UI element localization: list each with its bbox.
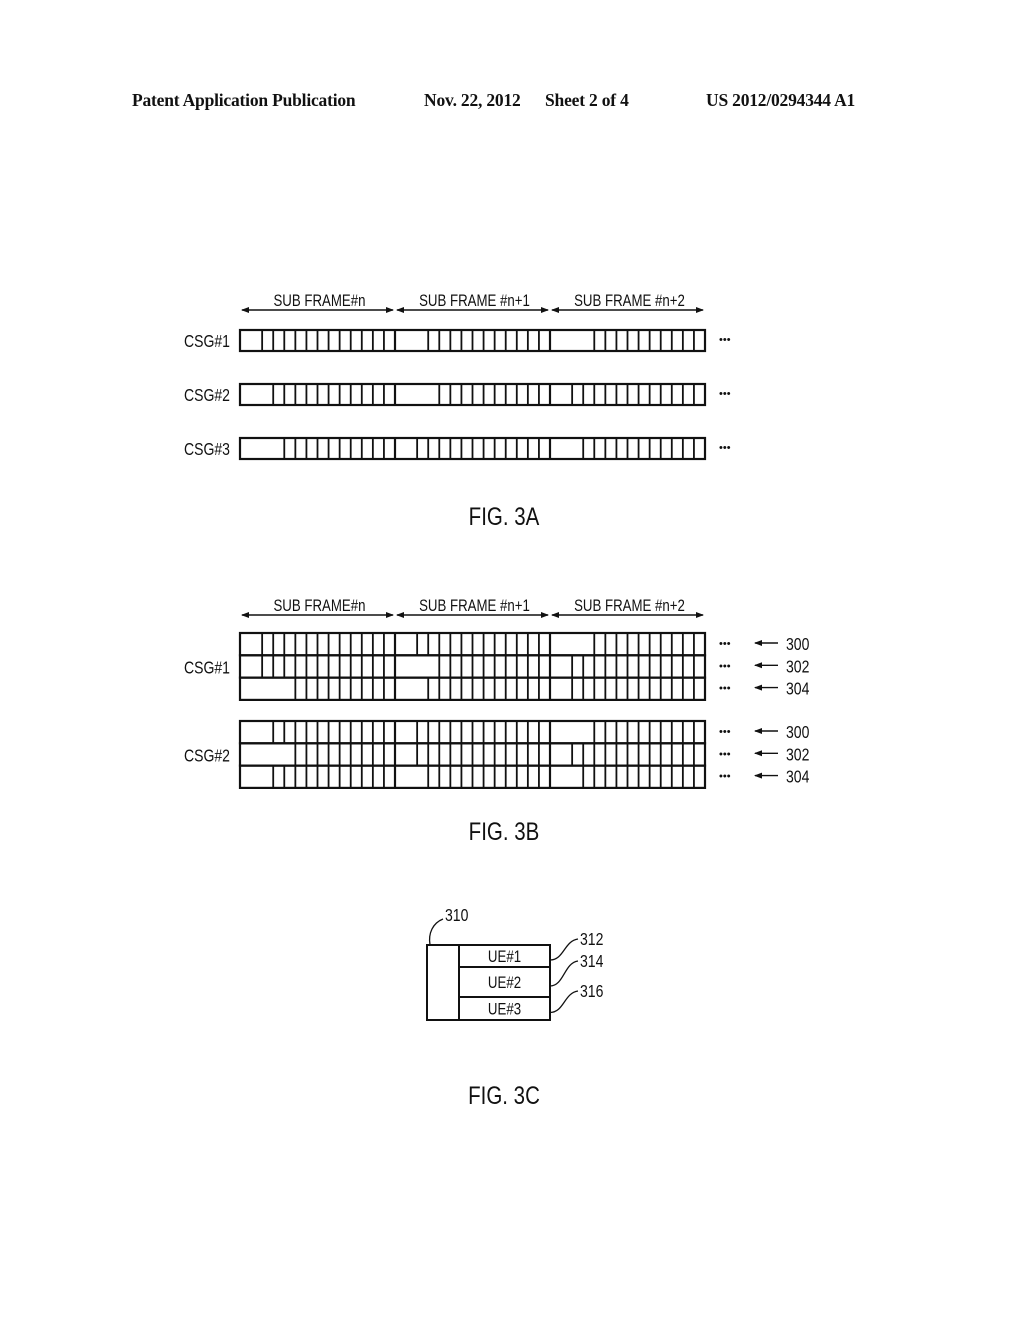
control-region	[241, 767, 272, 787]
continuation-ellipsis: •••	[719, 683, 731, 695]
csg-row	[238, 436, 707, 461]
reference-numeral: 304	[786, 679, 809, 699]
csg-label: CSG#1	[184, 658, 230, 678]
csg-subrow	[238, 654, 707, 679]
control-region	[241, 634, 261, 654]
csg-row	[238, 382, 707, 407]
control-region	[241, 744, 294, 764]
reference-numeral: 304	[786, 767, 809, 787]
control-region	[551, 679, 571, 699]
reference-numeral-310: 310	[445, 905, 468, 925]
continuation-ellipsis: •••	[719, 334, 731, 346]
reference-numeral: 314	[580, 951, 603, 971]
csg-subrow	[238, 676, 707, 701]
fig3c-caption: FIG. 3C	[468, 1081, 540, 1109]
figure-3a: SUB FRAME#n SUB FRAME #n+1 SUB FRAME #n+2 C…	[184, 292, 731, 461]
reference-numeral: 300	[786, 722, 809, 742]
control-region	[396, 679, 427, 699]
control-region	[551, 656, 571, 676]
ue-allocation-label: UE#1	[488, 948, 521, 967]
csg-subrow	[238, 742, 707, 767]
subframe-label: SUB FRAME #n+1	[419, 292, 530, 311]
leader-line	[549, 960, 579, 987]
reference-numeral: 316	[580, 981, 603, 1001]
subframe-label: SUB FRAME#n	[273, 292, 365, 311]
control-region	[396, 439, 416, 458]
control-region	[551, 331, 593, 350]
subframe-label: SUB FRAME#n	[273, 597, 365, 616]
fig3b-caption: FIG. 3B	[469, 817, 540, 845]
csg-label: CSG#3	[184, 439, 230, 459]
leader-line	[549, 938, 579, 961]
figure-3c: UE#1 312 UE#2 314 UE#3 316 310	[426, 905, 603, 1021]
control-region	[396, 634, 416, 654]
reference-numeral: 300	[786, 634, 809, 654]
csg-label: CSG#2	[184, 746, 230, 766]
control-region	[241, 722, 272, 742]
reference-numeral: 302	[786, 745, 809, 765]
reference-numeral: 302	[786, 657, 809, 677]
control-region	[396, 385, 438, 404]
leader-line	[549, 990, 579, 1014]
reference-numeral: 312	[580, 929, 603, 949]
csg-subrow	[238, 631, 707, 657]
ue-allocation-label: UE#3	[488, 1000, 521, 1019]
control-region	[551, 767, 582, 787]
csg-subrow	[238, 764, 707, 789]
control-region	[396, 722, 416, 742]
ue-allocation-label: UE#2	[488, 974, 521, 993]
control-region	[396, 656, 438, 676]
csg-subrow	[238, 719, 707, 745]
subframe-label: SUB FRAME #n+2	[574, 292, 685, 311]
control-region	[396, 767, 427, 787]
control-region	[551, 385, 571, 404]
control-region	[241, 331, 261, 350]
control-region	[551, 439, 582, 458]
continuation-ellipsis: •••	[719, 388, 731, 400]
control-region	[551, 744, 571, 764]
control-region	[241, 656, 261, 676]
continuation-ellipsis: •••	[719, 748, 731, 760]
control-region	[396, 744, 416, 764]
patent-drawing: SUB FRAME#n SUB FRAME #n+1 SUB FRAME #n+2 C…	[184, 292, 809, 1110]
control-region	[241, 679, 294, 699]
continuation-ellipsis: •••	[719, 726, 731, 738]
control-region	[241, 385, 272, 404]
fig3a-caption: FIG. 3A	[469, 502, 540, 530]
leader-line-310	[428, 918, 444, 946]
continuation-ellipsis: •••	[719, 660, 731, 672]
subframe-label: SUB FRAME #n+1	[419, 597, 530, 616]
csg-label: CSG#1	[184, 331, 230, 351]
control-region	[241, 439, 283, 458]
csg-row	[238, 328, 707, 353]
subframe-label: SUB FRAME #n+2	[574, 597, 685, 616]
continuation-ellipsis: •••	[719, 638, 731, 650]
figure-3b: SUB FRAME#n SUB FRAME #n+1 SUB FRAME #n+2 •…	[184, 597, 809, 789]
control-region	[396, 331, 427, 350]
csg-label: CSG#2	[184, 385, 230, 405]
continuation-ellipsis: •••	[719, 442, 731, 454]
control-region	[551, 634, 593, 654]
control-region	[551, 722, 593, 742]
continuation-ellipsis: •••	[719, 771, 731, 783]
